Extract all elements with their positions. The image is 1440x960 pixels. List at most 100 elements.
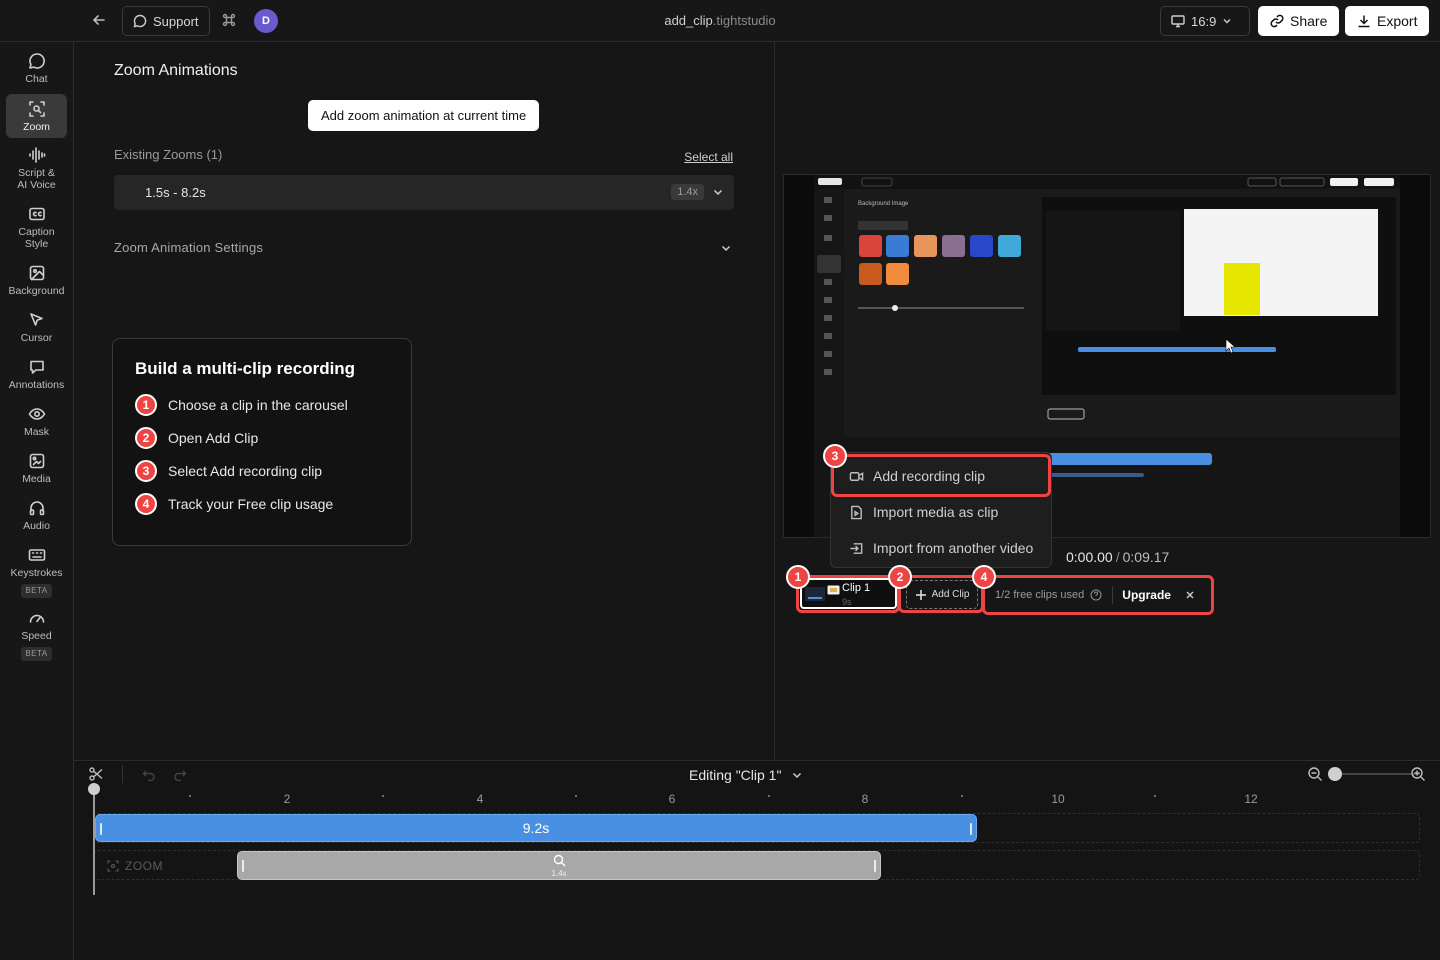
chevron-down-icon[interactable] (712, 186, 724, 201)
timeline: Editing "Clip 1" 2 4 6 8 10 12 9.2s ZOOM… (74, 760, 1440, 960)
chevron-down-icon (793, 772, 802, 779)
sidebar-item-audio[interactable]: Audio (6, 499, 67, 535)
support-label: Support (153, 13, 199, 29)
sidebar-item-label: Keystrokes (10, 567, 63, 579)
zoom-in-icon[interactable] (1410, 766, 1426, 785)
sidebar-item-label: Media (22, 473, 51, 485)
waveform-icon (28, 147, 45, 163)
sidebar-item-cursor[interactable]: Cursor (6, 311, 67, 347)
sidebar-item-label: Mask (23, 426, 50, 438)
clip-duration-label: 9.2s (522, 820, 550, 836)
zoom-segment[interactable]: 1.4x (237, 851, 881, 880)
timeline-title: Editing "Clip 1" (689, 767, 782, 783)
support-button[interactable]: Support (122, 6, 210, 36)
ruler-tick (768, 795, 770, 797)
sidebar-item-zoom[interactable]: Zoom (6, 94, 67, 138)
zoom-out-icon[interactable] (1307, 766, 1323, 785)
ruler-label: 2 (283, 792, 291, 806)
caption-icon (28, 207, 45, 221)
ruler-tick (575, 795, 577, 797)
sidebar-item-annotations[interactable]: Annotations (6, 358, 67, 394)
highlight-free-usage (982, 575, 1214, 615)
cursor-icon (29, 313, 43, 326)
timeline-clip[interactable]: 9.2s (95, 814, 977, 842)
sidebar-item-label: Audio (23, 520, 50, 532)
undo-icon[interactable] (142, 767, 156, 784)
aspect-ratio-select[interactable]: 16:9 (1160, 6, 1250, 36)
playhead[interactable] (93, 783, 95, 895)
step-badge-2: 2 (888, 565, 912, 589)
share-label: Share (1290, 13, 1328, 29)
playhead-handle[interactable] (88, 783, 100, 795)
zoom-slider-handle[interactable] (1328, 767, 1342, 781)
zoom-trim-handle-right[interactable] (874, 860, 876, 872)
step-text: Track your Free clip usage (168, 496, 334, 512)
chevron-down-icon (1223, 19, 1231, 24)
command-icon[interactable] (221, 12, 237, 31)
menu-item-import-from-video[interactable]: Import from another video (831, 531, 1051, 565)
ruler-label: 8 (861, 792, 869, 806)
keyboard-icon (28, 549, 45, 561)
chevron-down-icon[interactable] (720, 242, 732, 257)
export-label: Export (1377, 13, 1418, 29)
redo-icon[interactable] (173, 767, 187, 784)
sidebar-item-chat[interactable]: Chat (6, 52, 67, 88)
zoom-icon (28, 101, 45, 117)
chat-icon (28, 53, 45, 69)
tutorial-title: Build a multi-clip recording (135, 359, 356, 378)
scissors-icon[interactable] (88, 766, 104, 785)
sidebar-item-label: Zoom (23, 121, 50, 133)
highlight-clip-thumbnail (796, 575, 900, 613)
zoom-range: 1.5s - 8.2s (145, 185, 206, 200)
ruler-label: 12 (1244, 792, 1258, 806)
sidebar-item-mask[interactable]: Mask (6, 405, 67, 441)
zoom-settings-label[interactable]: Zoom Animation Settings (114, 240, 263, 255)
image-icon (29, 265, 44, 281)
timeline-zoom-slider[interactable] (1334, 773, 1420, 775)
step-number-badge: 3 (135, 460, 157, 482)
sidebar-item-label: Annotations (8, 379, 65, 391)
avatar[interactable]: D (254, 9, 278, 33)
back-arrow-icon[interactable] (92, 13, 106, 30)
menu-item-import-media[interactable]: Import media as clip (831, 495, 1051, 529)
sidebar-item-caption-style[interactable]: Caption Style (6, 205, 67, 253)
download-icon (1358, 15, 1370, 28)
clip-trim-handle-right[interactable] (970, 823, 972, 835)
sidebar-item-media[interactable]: Media (6, 452, 67, 488)
eye-icon (28, 408, 45, 420)
share-button[interactable]: Share (1258, 6, 1340, 36)
ruler-tick (961, 795, 963, 797)
file-play-icon (851, 505, 862, 519)
menu-item-label: Import media as clip (873, 504, 999, 520)
select-all-link[interactable]: Select all (684, 150, 733, 164)
clip-trim-handle-left[interactable] (100, 823, 102, 835)
add-zoom-animation-button[interactable]: Add zoom animation at current time (308, 100, 540, 131)
sidebar-item-script-ai-voice[interactable]: Script & AI Voice (6, 146, 67, 194)
sidebar-item-label: Background (8, 285, 65, 297)
export-button[interactable]: Export (1345, 6, 1430, 36)
zoom-track-text: ZOOM (125, 859, 163, 873)
total-time: 0:09.17 (1122, 549, 1170, 565)
time-separator: / (1115, 549, 1120, 565)
zoom-list-item[interactable]: 1.5s - 8.2s 1.4x (114, 175, 734, 210)
sidebar-item-keystrokes[interactable]: Keystrokes BETA (6, 546, 67, 598)
menu-item-label: Import from another video (873, 540, 1034, 556)
monitor-icon (1171, 15, 1185, 28)
ruler-label: 6 (668, 792, 676, 806)
aspect-ratio-label: 16:9 (1191, 13, 1217, 29)
step-badge-3: 3 (823, 444, 847, 468)
step-number-badge: 4 (135, 493, 157, 515)
zoom-segment-scale: 1.4x (551, 869, 567, 878)
step-number-badge: 2 (135, 427, 157, 449)
tutorial-card: Build a multi-clip recording 1 Choose a … (112, 338, 412, 546)
annotation-icon (29, 360, 44, 374)
sidebar-item-background[interactable]: Background (6, 264, 67, 300)
step-text: Open Add Clip (168, 430, 259, 446)
speech-bubble-icon (133, 14, 147, 28)
step-badge-4: 4 (972, 565, 996, 589)
magnifier-icon (553, 854, 566, 867)
zoom-icon (107, 860, 119, 872)
timeline-title-select[interactable]: Editing "Clip 1" (689, 767, 803, 783)
ruler-label: 10 (1051, 792, 1065, 806)
sidebar-item-speed[interactable]: Speed BETA (6, 609, 67, 661)
